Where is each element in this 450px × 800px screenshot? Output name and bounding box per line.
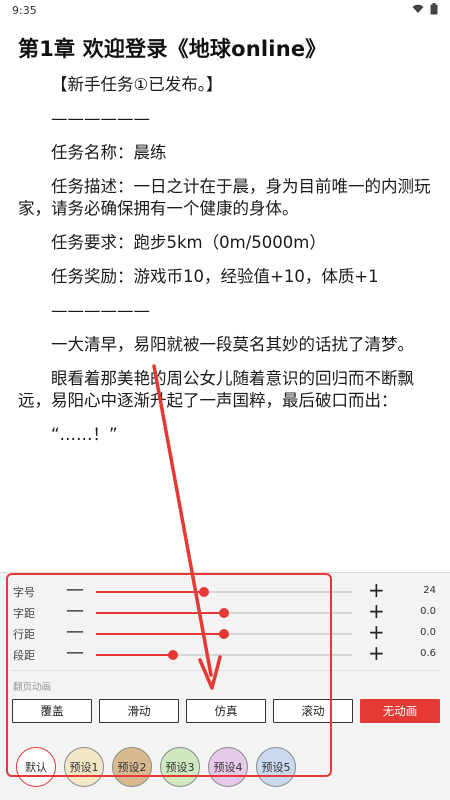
paragraph-spacing-slider[interactable] bbox=[96, 650, 352, 660]
slider-fill bbox=[96, 591, 204, 593]
slider-label: 段距 bbox=[13, 649, 35, 662]
animation-simulation-button[interactable]: 仿真 bbox=[186, 699, 266, 723]
preset-1[interactable]: 预设1 bbox=[64, 747, 104, 787]
slider-thumb[interactable] bbox=[198, 587, 209, 597]
slider-label: 字距 bbox=[13, 607, 35, 620]
animation-slide-button[interactable]: 滑动 bbox=[99, 699, 179, 723]
paragraph: 眼看着那美艳的周公女儿随着意识的回归而不断飘远，易阳心中逐渐升起了一声国粹，最后… bbox=[18, 369, 414, 410]
animation-cover-button[interactable]: 覆盖 bbox=[12, 699, 92, 723]
page-animation-label: 翻页动画 bbox=[13, 682, 52, 693]
slider-value: 24 bbox=[423, 585, 436, 596]
status-icons bbox=[412, 3, 438, 15]
status-bar: 9:35 bbox=[0, 0, 450, 22]
reader-content[interactable]: 第1章 欢迎登录《地球online》 【新手任务①已发布。】 —————— 任务… bbox=[18, 34, 434, 574]
page-animation-options: 覆盖 滑动 仿真 滚动 无动画 bbox=[12, 699, 440, 723]
slider-label: 字号 bbox=[13, 586, 35, 599]
animation-scroll-button[interactable]: 滚动 bbox=[273, 699, 353, 723]
preset-default[interactable]: 默认 bbox=[16, 747, 56, 787]
slider-fill bbox=[96, 633, 224, 635]
paragraph: “……！” bbox=[51, 425, 118, 442]
decrease-button[interactable]: — bbox=[66, 621, 84, 642]
divider bbox=[10, 670, 440, 671]
slider-fill bbox=[96, 654, 173, 656]
slider-thumb[interactable] bbox=[219, 629, 229, 639]
paragraph: —————— bbox=[51, 301, 150, 320]
decrease-button[interactable]: — bbox=[66, 600, 84, 621]
paragraph: 任务要求：跑步5km（0m/5000m） bbox=[51, 233, 326, 252]
theme-presets: 默认 预设1 预设2 预设3 预设4 预设5 bbox=[16, 747, 296, 787]
paragraph: 任务描述：一日之计在于晨，身为目前唯一的内测玩家，请务必确保拥有一个健康的身体。 bbox=[18, 177, 431, 218]
line-spacing-slider[interactable] bbox=[96, 629, 352, 639]
slider-value: 0.0 bbox=[420, 627, 436, 638]
increase-button[interactable]: + bbox=[368, 641, 385, 665]
preset-2[interactable]: 预设2 bbox=[112, 747, 152, 787]
slider-label: 行距 bbox=[13, 628, 35, 641]
slider-value: 0.0 bbox=[420, 606, 436, 617]
letter-spacing-slider[interactable] bbox=[96, 608, 352, 618]
paragraph: 一大清早，易阳就被一段莫名其妙的话扰了清梦。 bbox=[51, 335, 414, 354]
preset-4[interactable]: 预设4 bbox=[208, 747, 248, 787]
paragraph-spacing-slider-row: 段距 — + 0.6 bbox=[0, 641, 450, 665]
paragraph: 任务奖励：游戏币10，经验值+10，体质+1 bbox=[51, 267, 379, 286]
reading-settings-panel: 字号 — + 24 字距 — + 0.0 行距 — + 0.0 段距 — + 0… bbox=[0, 572, 450, 800]
font-size-slider[interactable] bbox=[96, 587, 352, 597]
preset-5[interactable]: 预设5 bbox=[256, 747, 296, 787]
slider-thumb[interactable] bbox=[167, 650, 178, 660]
paragraph: 任务名称：晨练 bbox=[51, 143, 167, 162]
battery-icon bbox=[430, 3, 438, 15]
slider-value: 0.6 bbox=[420, 648, 436, 659]
chapter-title: 第1章 欢迎登录《地球online》 bbox=[18, 37, 327, 61]
slider-thumb[interactable] bbox=[219, 608, 229, 618]
slider-fill bbox=[96, 612, 224, 614]
status-time: 9:35 bbox=[12, 4, 37, 17]
animation-none-button[interactable]: 无动画 bbox=[360, 699, 440, 723]
wifi-icon bbox=[412, 4, 424, 13]
paragraph: —————— bbox=[51, 109, 150, 128]
preset-3[interactable]: 预设3 bbox=[160, 747, 200, 787]
decrease-button[interactable]: — bbox=[66, 579, 84, 600]
paragraph: 【新手任务①已发布。】 bbox=[51, 75, 223, 94]
decrease-button[interactable]: — bbox=[66, 642, 84, 663]
